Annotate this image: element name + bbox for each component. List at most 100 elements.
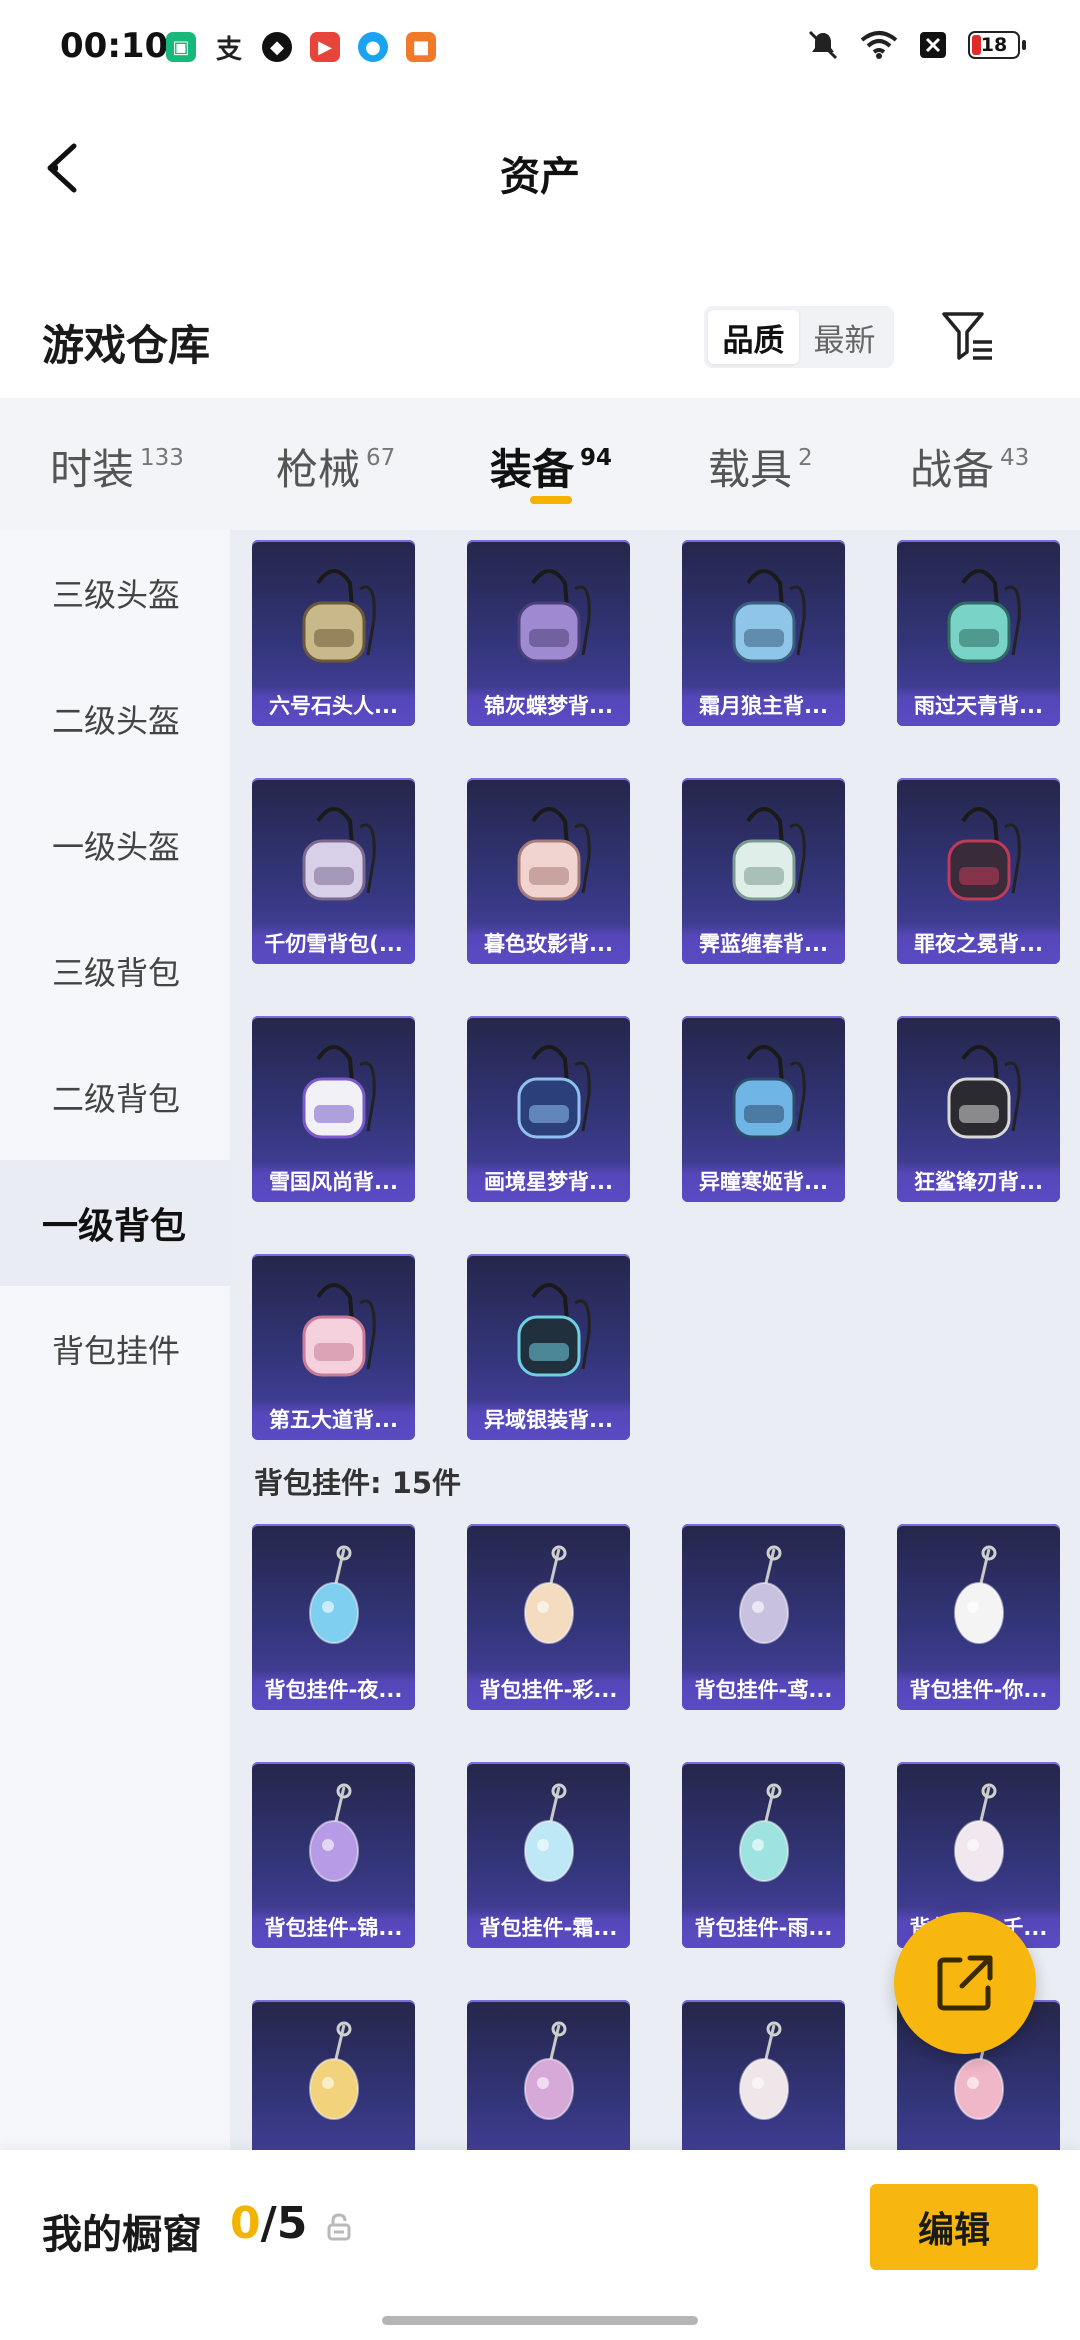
sort-toggle: 品质 最新 (704, 306, 894, 368)
edit-button[interactable]: 编辑 (870, 2184, 1038, 2270)
backpack-card[interactable]: 霜月狼主背... (682, 540, 845, 726)
battery-indicator: 18 (968, 31, 1026, 59)
backpack-icon (252, 1262, 415, 1402)
backpack-icon (467, 1024, 630, 1164)
tab-count: 43 (1000, 445, 1030, 471)
charm-label: 背包挂件-霜... (467, 1908, 630, 1948)
charm-icon (252, 1532, 415, 1672)
alipay-app-icon: 支 (215, 34, 242, 65)
backpack-icon (252, 548, 415, 688)
home-indicator[interactable] (382, 2316, 698, 2325)
backpack-icon (897, 548, 1060, 688)
backpack-icon (467, 786, 630, 926)
charm-icon (467, 1770, 630, 1910)
charm-icon (252, 1770, 415, 1910)
wallet-app-icon: ▣ (166, 32, 196, 62)
sort-latest-button[interactable]: 最新 (799, 310, 890, 364)
tab-count: 2 (798, 445, 813, 471)
status-app-icons: ▣ 支 ◆ ▶ ● ■ (166, 32, 436, 65)
backpack-icon (467, 548, 630, 688)
charm-card[interactable]: 背包挂件-夜... (252, 1524, 415, 1710)
backpack-label: 六号石头人... (252, 686, 415, 726)
backpack-label: 雨过天青背... (897, 686, 1060, 726)
charm-card[interactable]: 背包挂件-你... (897, 1524, 1060, 1710)
backpack-card[interactable]: 异瞳寒姬背... (682, 1016, 845, 1202)
backpack-card[interactable]: 画境星梦背... (467, 1016, 630, 1202)
tab-battle-prep[interactable]: 战备 43 (910, 436, 1029, 497)
backpack-card[interactable]: 六号石头人... (252, 540, 415, 726)
sidebar-item-lv3-helmet[interactable]: 三级头盔 (0, 530, 230, 656)
status-bar: 00:10 ▣ 支 ◆ ▶ ● ■ 18 (0, 0, 1080, 96)
charm-icon (897, 1770, 1060, 1910)
backpack-icon (682, 1024, 845, 1164)
backpack-icon (682, 786, 845, 926)
backpack-card[interactable]: 第五大道背... (252, 1254, 415, 1440)
showcase-label: 我的橱窗 (42, 2212, 202, 2258)
showcase-current: 0 (230, 2198, 261, 2249)
tab-count: 94 (580, 445, 613, 471)
tab-label: 装备 (490, 445, 575, 494)
backpack-label: 第五大道背... (252, 1400, 415, 1440)
sidebar-item-lv1-helmet[interactable]: 一级头盔 (0, 782, 230, 908)
backpack-card[interactable]: 狂鲨锋刃背... (897, 1016, 1060, 1202)
share-fab[interactable] (894, 1912, 1036, 2054)
backpack-card[interactable]: 雨过天青背... (897, 540, 1060, 726)
sidebar-item-lv1-backpack[interactable]: 一级背包 (0, 1160, 230, 1286)
charm-card[interactable]: 背包挂件-雨... (682, 1762, 845, 1948)
sidebar-item-lv2-backpack[interactable]: 二级背包 (0, 1034, 230, 1160)
backpack-grid: 六号石头人... 锦灰蝶梦背... 霜月狼主背... 雨过天青背... 千仞雪背包(..… (252, 540, 1064, 1440)
charm-icon (252, 2008, 415, 2148)
tab-count: 67 (366, 445, 396, 471)
tab-fashion[interactable]: 时装 133 (50, 436, 184, 497)
tab-label: 时装 (50, 445, 135, 494)
charm-card[interactable] (682, 2000, 845, 2150)
game-app-icon: ■ (406, 32, 436, 62)
charm-card[interactable]: 背包挂件-鸢... (682, 1524, 845, 1710)
filter-icon[interactable] (940, 308, 996, 364)
tab-equipment[interactable]: 装备 94 (490, 436, 612, 497)
charm-card[interactable]: 背包挂件-霜... (467, 1762, 630, 1948)
backpack-label: 千仞雪背包(... (252, 924, 415, 964)
tab-label: 战备 (910, 445, 995, 494)
charm-icon (682, 1770, 845, 1910)
lock-icon (327, 2213, 351, 2241)
charms-section-label: 背包挂件: 15件 (254, 1466, 462, 1500)
charm-card[interactable] (467, 2000, 630, 2150)
backpack-label: 暮色玫影背... (467, 924, 630, 964)
backpack-card[interactable]: 锦灰蝶梦背... (467, 540, 630, 726)
backpack-label: 罪夜之冕背... (897, 924, 1060, 964)
tab-vehicles[interactable]: 载具 2 (708, 436, 813, 497)
backpack-icon (897, 786, 1060, 926)
tab-firearms[interactable]: 枪械 67 (276, 436, 395, 497)
charm-label: 背包挂件-鸢... (682, 1670, 845, 1710)
sidebar-item-lv2-helmet[interactable]: 二级头盔 (0, 656, 230, 782)
item-content: 六号石头人... 锦灰蝶梦背... 霜月狼主背... 雨过天青背... 千仞雪背包(..… (230, 530, 1080, 2150)
subcategory-sidebar: 三级头盔 二级头盔 一级头盔 三级背包 二级背包 一级背包 背包挂件 (0, 530, 230, 2150)
charm-icon (682, 1532, 845, 1672)
backpack-card[interactable]: 异域银装背... (467, 1254, 630, 1440)
sort-quality-button[interactable]: 品质 (708, 310, 799, 364)
backpack-label: 霜月狼主背... (682, 686, 845, 726)
charm-label: 背包挂件-夜... (252, 1670, 415, 1710)
backpack-label: 雪国风尚背... (252, 1162, 415, 1202)
sidebar-item-lv3-backpack[interactable]: 三级背包 (0, 908, 230, 1034)
charm-card[interactable]: 背包挂件-彩... (467, 1524, 630, 1710)
backpack-card[interactable]: 雪国风尚背... (252, 1016, 415, 1202)
backpack-icon (682, 548, 845, 688)
category-tabs: 时装 133 枪械 67 装备 94 载具 2 战备 43 (0, 398, 1080, 530)
backpack-card[interactable]: 暮色玫影背... (467, 778, 630, 964)
backpack-label: 霁蓝缠春背... (682, 924, 845, 964)
tab-label: 枪械 (276, 445, 361, 494)
backpack-card[interactable]: 千仞雪背包(... (252, 778, 415, 964)
backpack-card[interactable]: 罪夜之冕背... (897, 778, 1060, 964)
battery-level: 18 (980, 34, 1008, 56)
charm-card[interactable] (252, 2000, 415, 2150)
external-link-icon (937, 1955, 993, 2011)
wifi-icon (860, 31, 898, 59)
charm-label: 背包挂件-雨... (682, 1908, 845, 1948)
backpack-card[interactable]: 霁蓝缠春背... (682, 778, 845, 964)
backpack-label: 异域银装背... (467, 1400, 630, 1440)
sidebar-item-backpack-charm[interactable]: 背包挂件 (0, 1286, 230, 1412)
charm-card[interactable]: 背包挂件-锦... (252, 1762, 415, 1948)
backpack-label: 画境星梦背... (467, 1162, 630, 1202)
